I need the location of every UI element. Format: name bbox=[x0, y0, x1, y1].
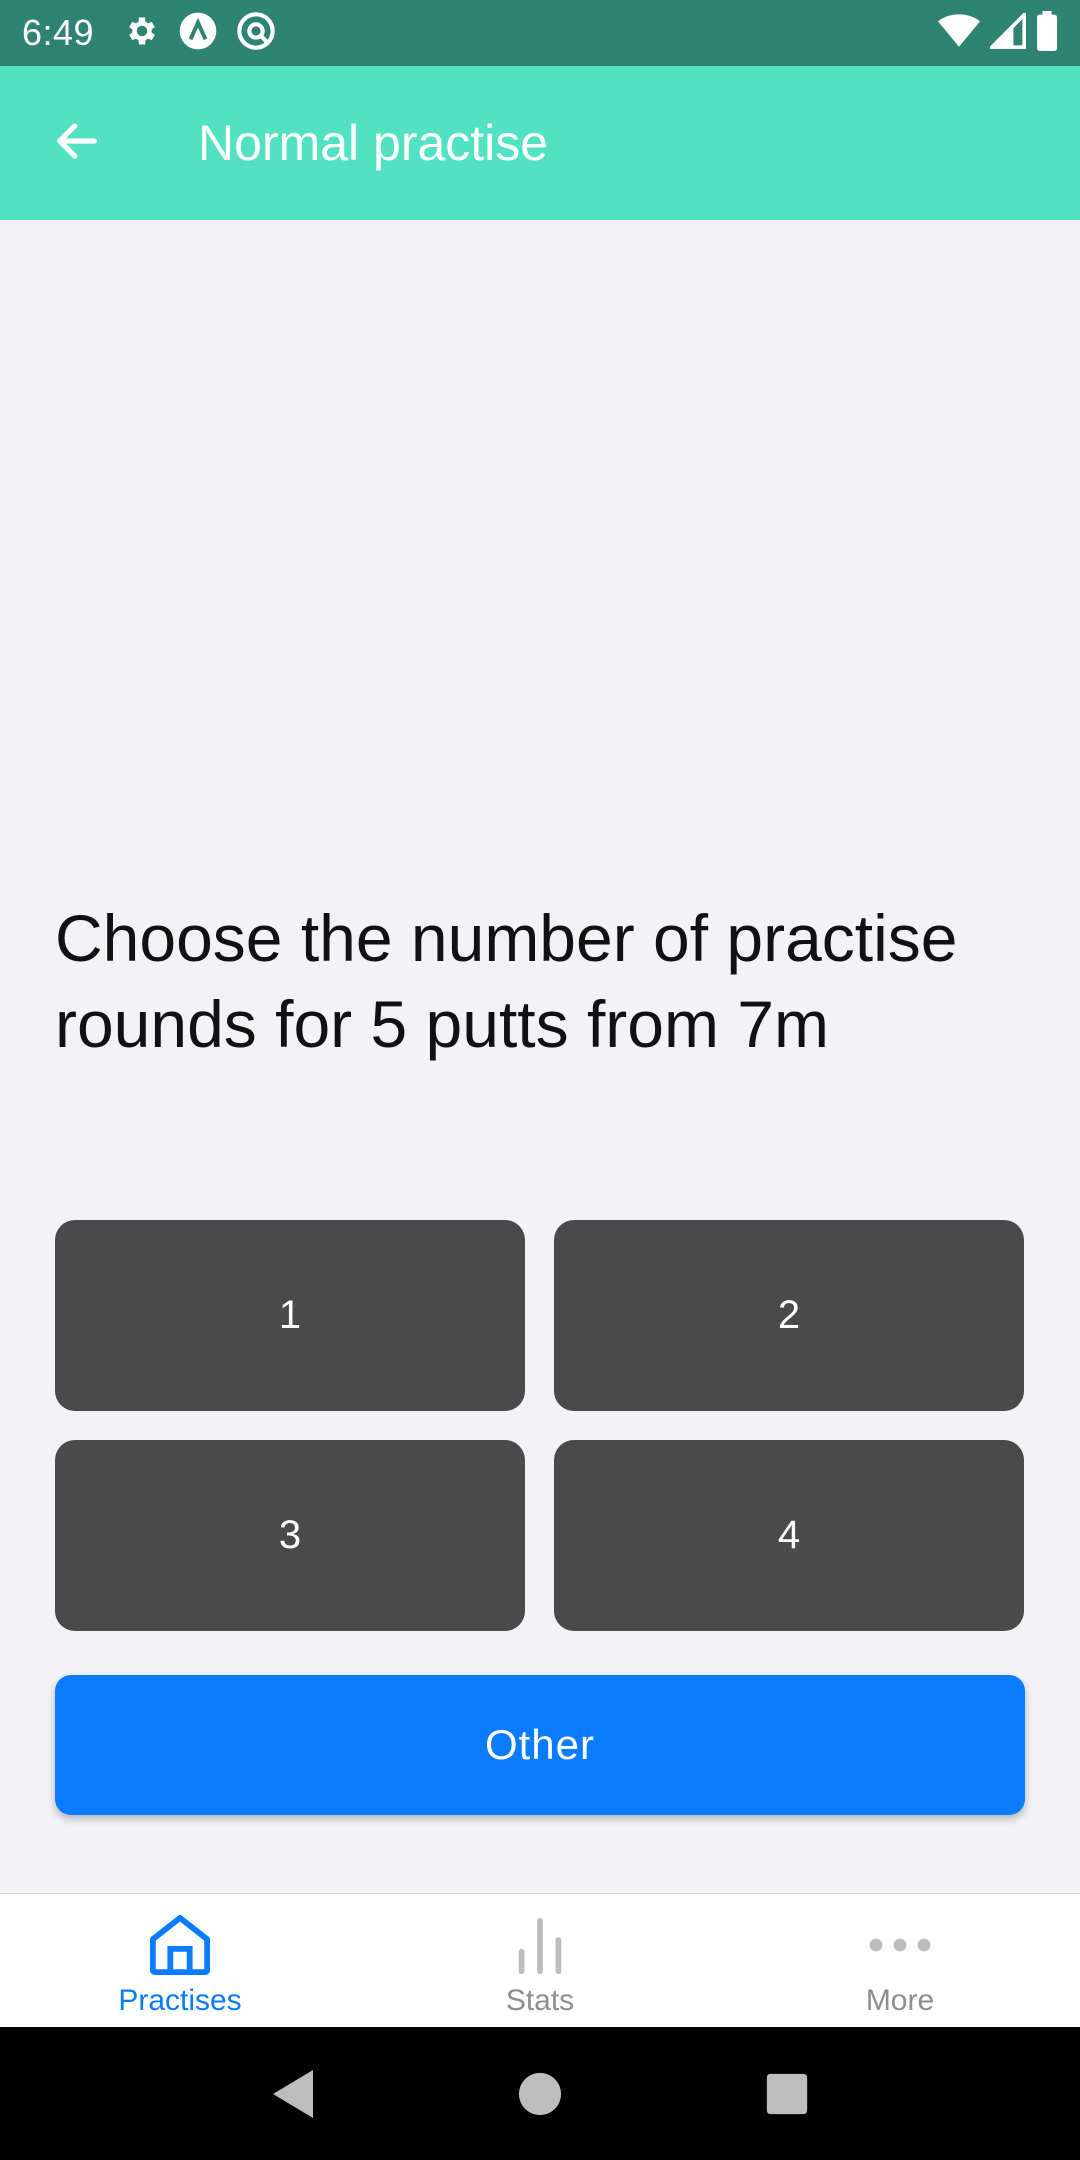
wifi-icon bbox=[938, 13, 980, 54]
nav-item-more[interactable]: More bbox=[720, 1894, 1080, 2027]
back-triangle-icon[interactable] bbox=[253, 2054, 333, 2134]
prompt-text: Choose the number of practise rounds for… bbox=[55, 901, 958, 1061]
more-dots-icon bbox=[860, 1910, 940, 1980]
other-button[interactable]: Other bbox=[55, 1675, 1025, 1815]
choice-grid: 1 2 3 4 bbox=[55, 1220, 1025, 1631]
arrow-left-icon bbox=[51, 115, 103, 172]
choice-button-3[interactable]: 3 bbox=[55, 1440, 525, 1631]
page-title: Normal practise bbox=[198, 115, 549, 171]
system-nav-bar bbox=[0, 2027, 1080, 2160]
nav-item-practises[interactable]: Practises bbox=[0, 1894, 360, 2027]
recents-square-icon[interactable] bbox=[747, 2054, 827, 2134]
nav-label-practises: Practises bbox=[118, 1984, 242, 2017]
a-circle-icon bbox=[178, 11, 218, 56]
home-circle-icon[interactable] bbox=[500, 2054, 580, 2134]
status-icons-right bbox=[938, 9, 1058, 56]
signal-icon bbox=[987, 9, 1026, 54]
gear-icon bbox=[124, 13, 160, 54]
screen: 6:49 Normal practise Choose the number o… bbox=[0, 0, 1080, 2160]
status-time: 6:49 bbox=[22, 12, 95, 53]
nav-label-stats: Stats bbox=[505, 1984, 575, 2017]
at-circle-icon bbox=[236, 11, 276, 56]
status-icons-left bbox=[124, 11, 276, 56]
bottom-nav: Practises Stats More bbox=[0, 1893, 1080, 2027]
choice-button-4[interactable]: 4 bbox=[554, 1440, 1024, 1631]
nav-item-stats[interactable]: Stats bbox=[360, 1894, 720, 2027]
home-icon bbox=[140, 1910, 220, 1980]
bar-chart-icon bbox=[500, 1910, 580, 1980]
status-bar: 6:49 bbox=[0, 0, 1080, 66]
battery-icon bbox=[1036, 10, 1058, 56]
nav-label-more: More bbox=[865, 1984, 935, 2017]
back-button[interactable] bbox=[22, 88, 132, 198]
choice-button-2[interactable]: 2 bbox=[554, 1220, 1024, 1411]
app-bar: Normal practise bbox=[0, 66, 1080, 220]
choice-button-1[interactable]: 1 bbox=[55, 1220, 525, 1411]
